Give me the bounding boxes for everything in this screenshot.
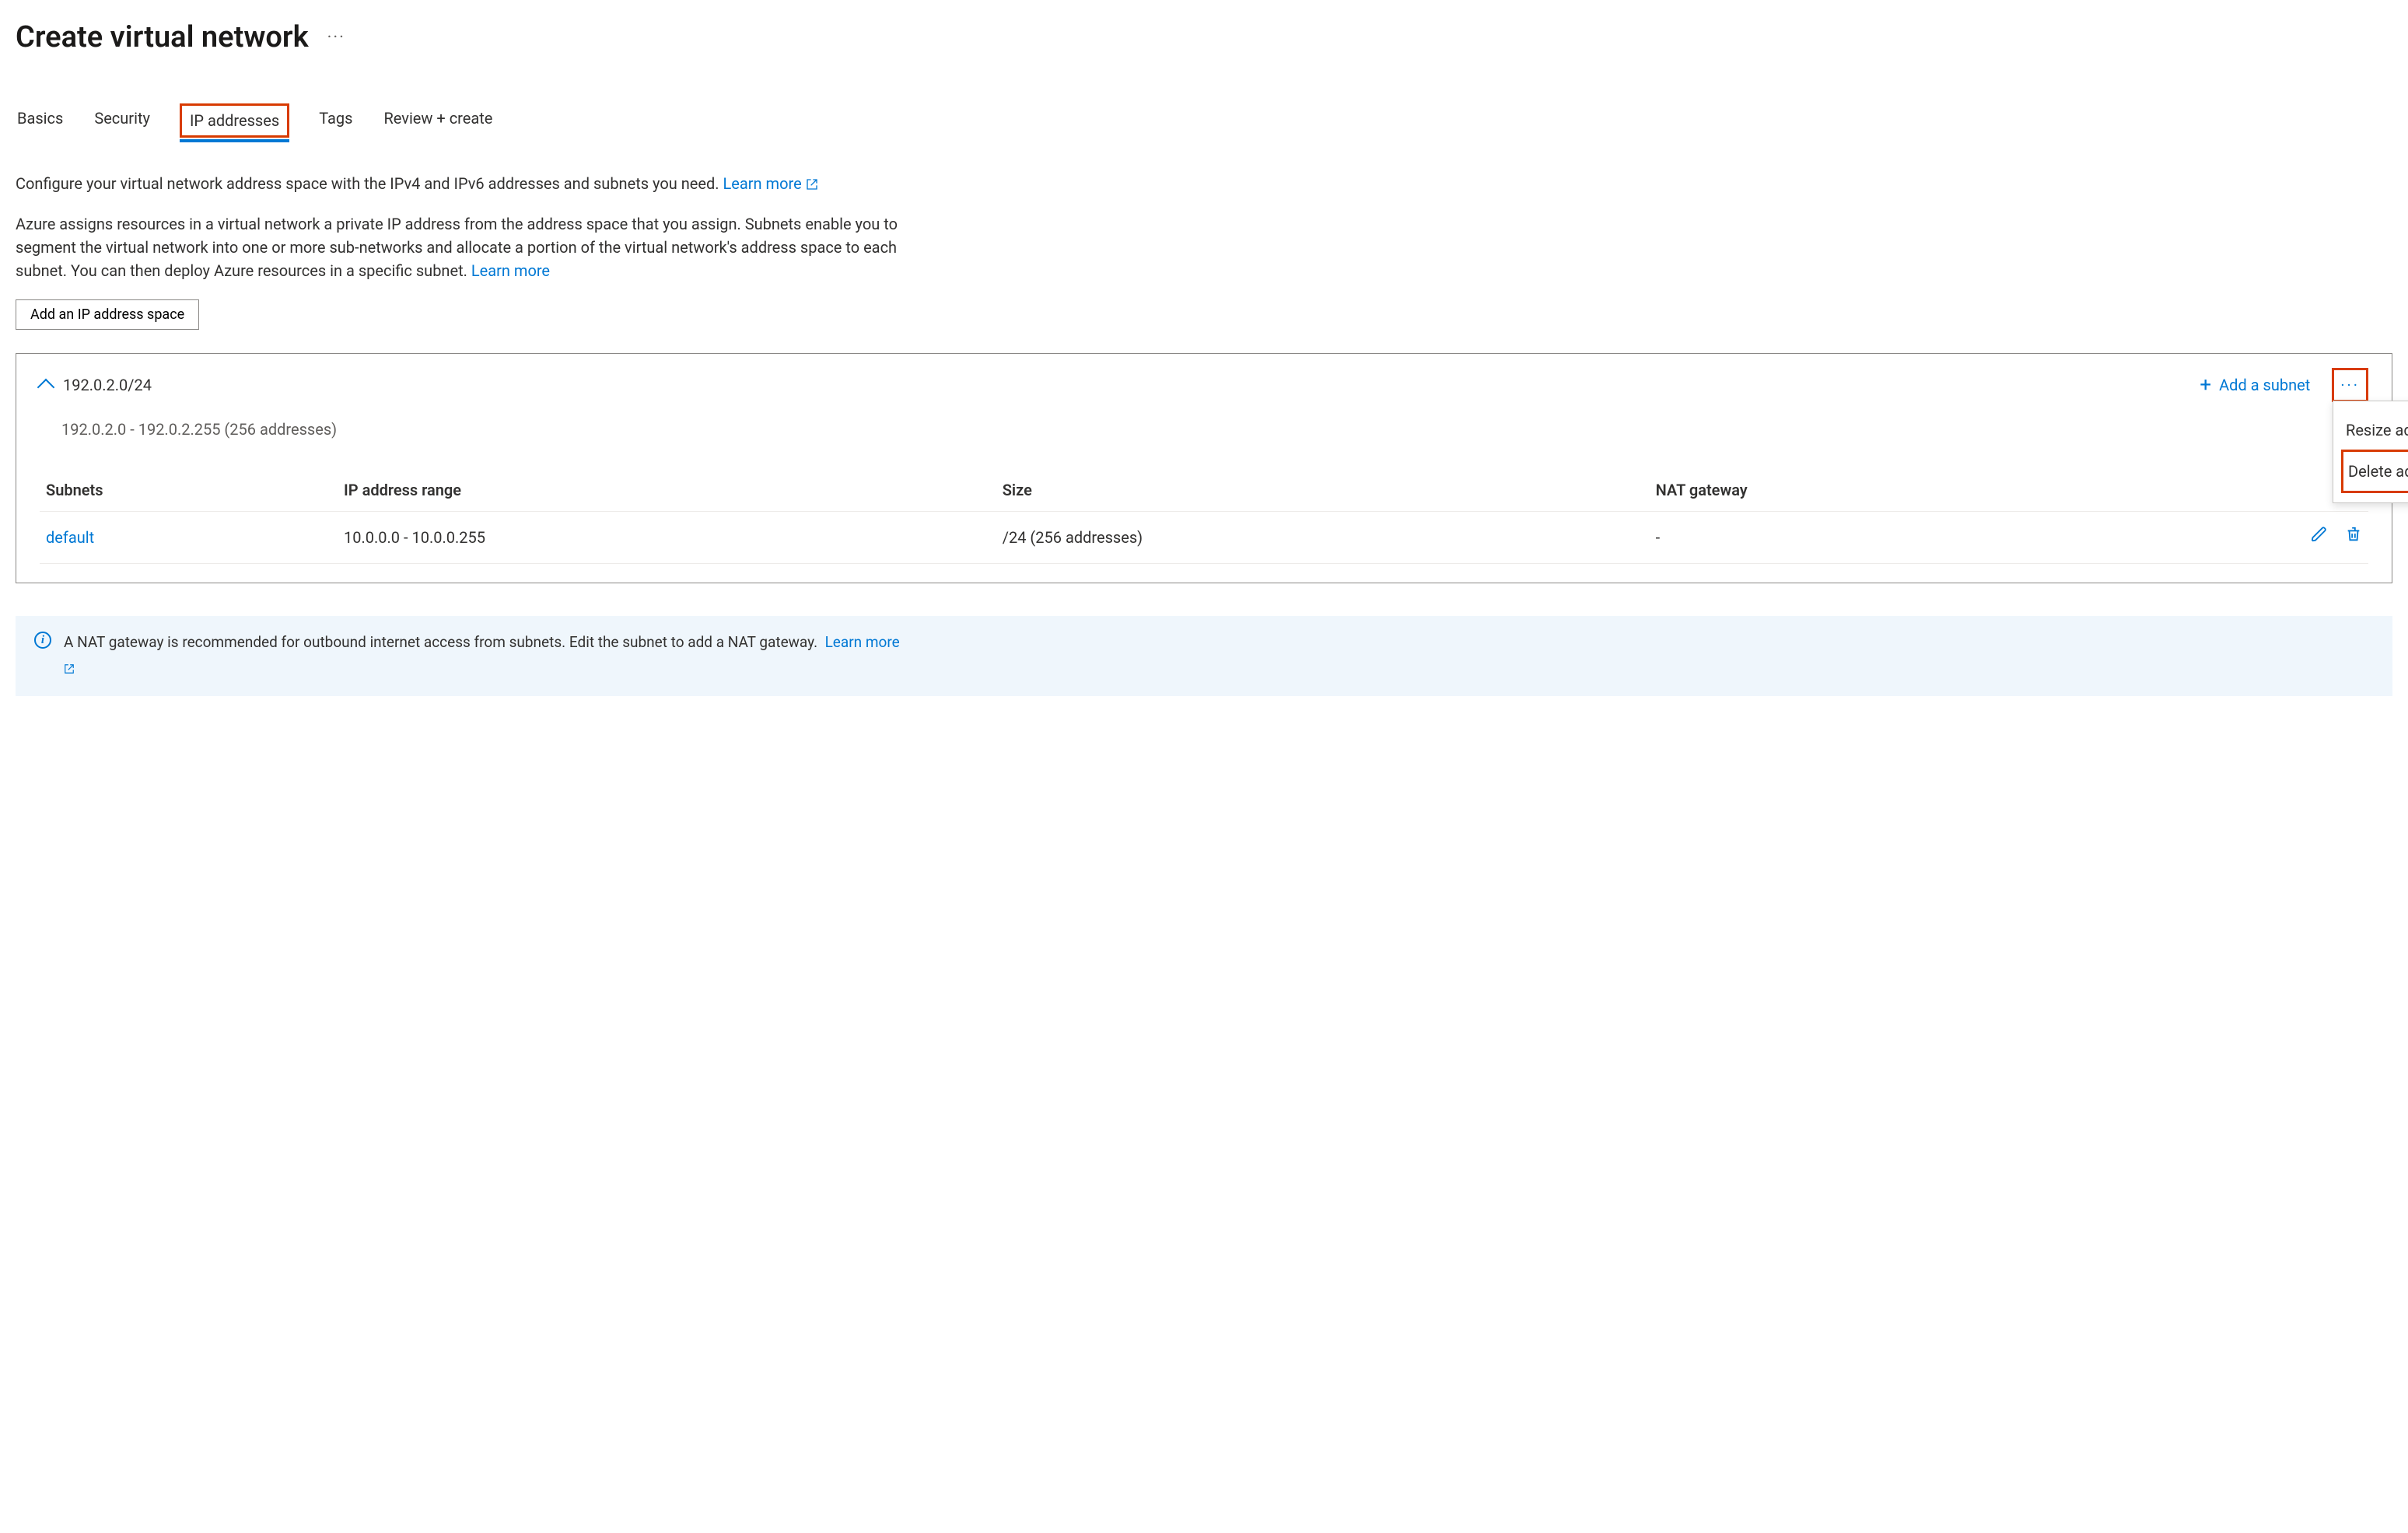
external-link-icon — [806, 178, 818, 191]
plus-icon: + — [2200, 375, 2211, 395]
tab-basics[interactable]: Basics — [16, 103, 65, 138]
external-link-icon — [64, 659, 75, 681]
address-space-panel: 192.0.2.0/24 + Add a subnet ··· Resize a… — [16, 353, 2392, 583]
learn-more-link-2[interactable]: Learn more — [471, 261, 550, 280]
page-title: Create virtual network — [16, 16, 309, 60]
tab-review-create[interactable]: Review + create — [382, 103, 494, 138]
tab-bar: Basics Security IP addresses Tags Review… — [16, 103, 2392, 138]
delete-subnet-button[interactable] — [2345, 526, 2362, 549]
table-row: default 10.0.0.0 - 10.0.0.255 /24 (256 a… — [40, 512, 2368, 564]
nat-gateway-info-banner: i A NAT gateway is recommended for outbo… — [16, 616, 2392, 696]
subnet-ip-range: 10.0.0.0 - 10.0.0.255 — [338, 512, 996, 564]
tab-ip-addresses[interactable]: IP addresses — [180, 103, 289, 138]
col-size: Size — [996, 469, 1650, 512]
subnet-size: /24 (256 addresses) — [996, 512, 1650, 564]
subnet-nat: - — [1650, 512, 2096, 564]
add-subnet-label: Add a subnet — [2219, 373, 2310, 397]
info-icon: i — [34, 632, 51, 649]
tab-tags[interactable]: Tags — [317, 103, 354, 138]
banner-learn-more-link[interactable]: Learn more — [825, 633, 900, 651]
address-space-context-menu: Resize address space Delete address spac… — [2333, 401, 2408, 503]
subnet-table: Subnets IP address range Size NAT gatewa… — [40, 469, 2368, 564]
trash-icon — [2345, 526, 2362, 543]
subnet-name-link[interactable]: default — [46, 528, 94, 547]
intro-line-1: Configure your virtual network address s… — [16, 174, 719, 193]
pencil-icon — [2311, 526, 2328, 543]
chevron-up-icon[interactable] — [37, 379, 55, 397]
col-subnets: Subnets — [40, 469, 338, 512]
banner-text: A NAT gateway is recommended for outboun… — [64, 633, 817, 651]
col-nat-gateway: NAT gateway — [1650, 469, 2096, 512]
add-subnet-button[interactable]: + Add a subnet — [2200, 373, 2310, 397]
address-space-more-button[interactable]: ··· — [2332, 368, 2368, 402]
tab-security[interactable]: Security — [93, 103, 152, 138]
address-space-cidr: 192.0.2.0/24 — [63, 373, 152, 397]
address-space-range: 192.0.2.0 - 192.0.2.255 (256 addresses) — [61, 418, 2368, 441]
more-icon[interactable]: ··· — [327, 25, 345, 51]
menu-resize-address-space[interactable]: Resize address space — [2341, 411, 2408, 450]
intro-line-2: Azure assigns resources in a virtual net… — [16, 215, 898, 280]
col-ip-range: IP address range — [338, 469, 996, 512]
add-ip-address-space-button[interactable]: Add an IP address space — [16, 299, 199, 330]
col-actions — [2095, 469, 2368, 512]
edit-subnet-button[interactable] — [2311, 526, 2328, 549]
learn-more-link-1[interactable]: Learn more — [723, 174, 818, 193]
menu-delete-address-space[interactable]: Delete address space — [2341, 450, 2408, 493]
